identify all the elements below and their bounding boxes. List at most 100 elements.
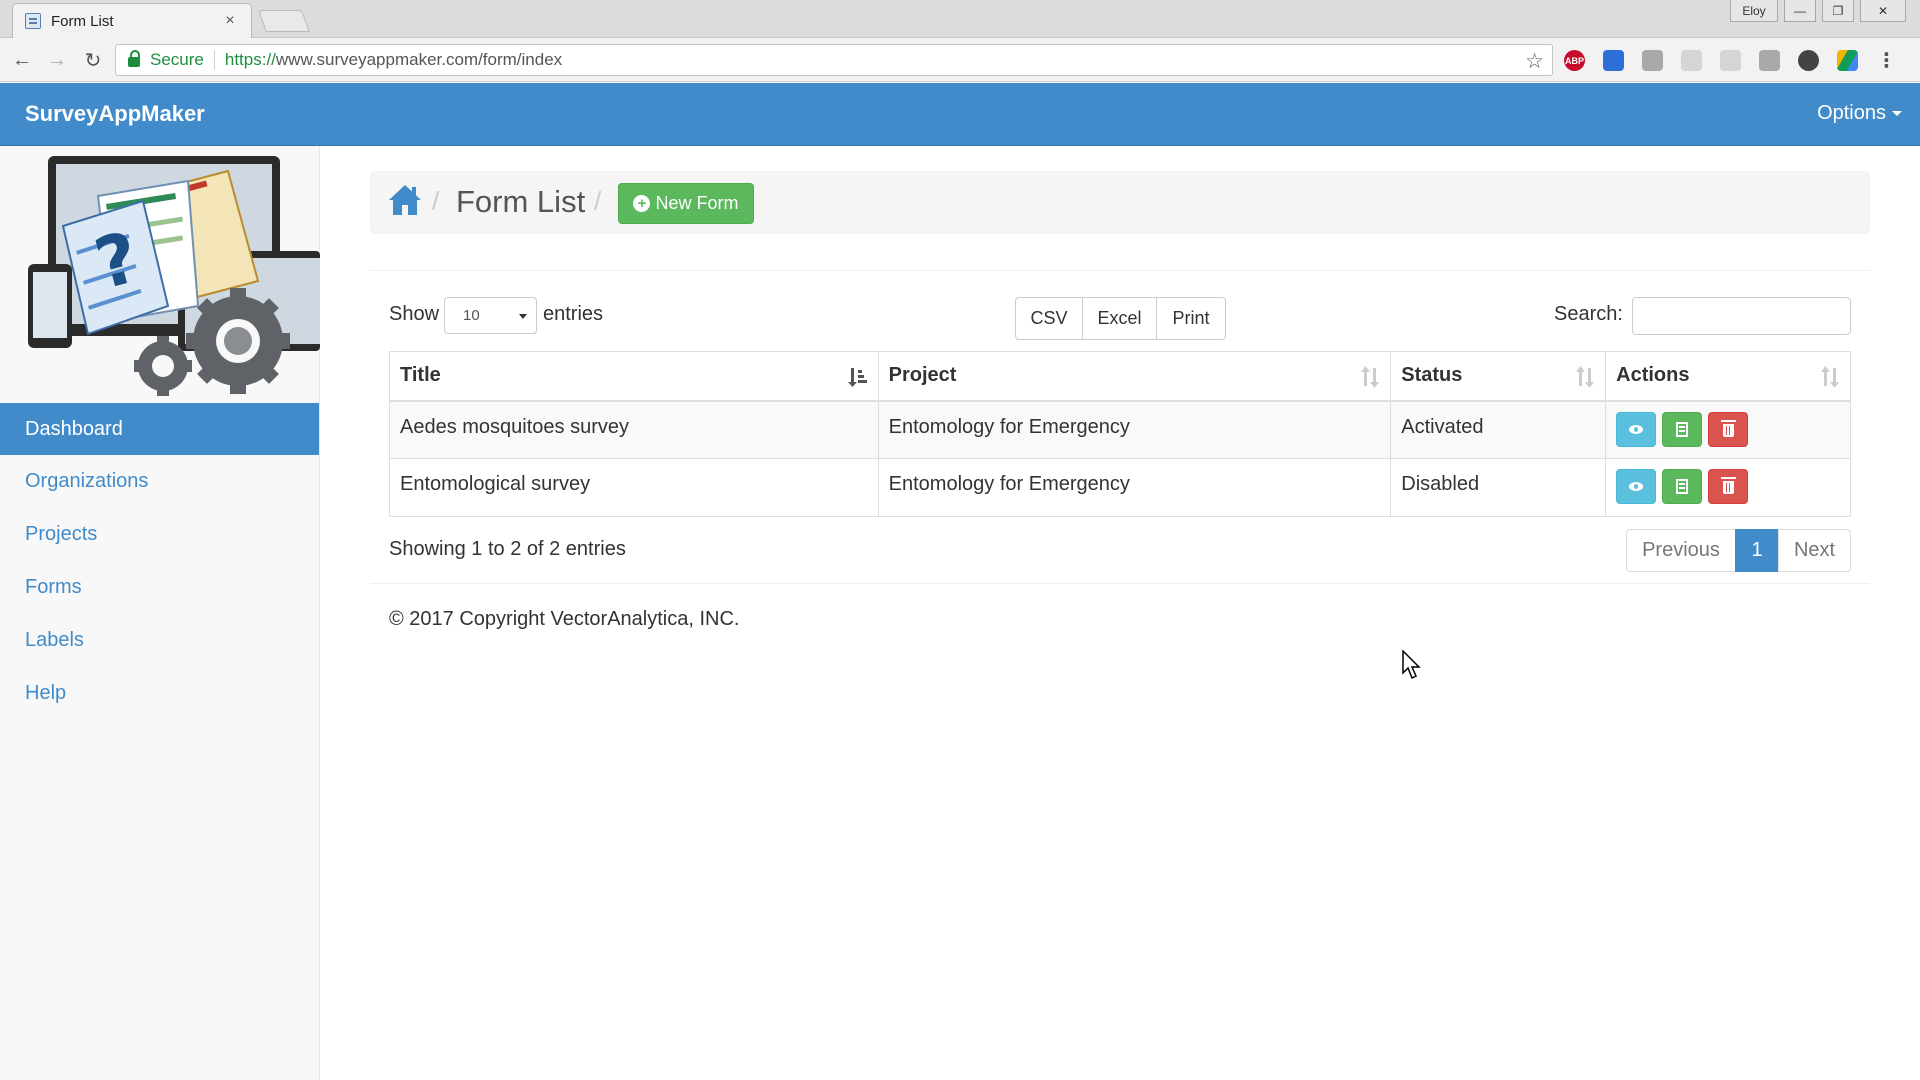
cell-project: Entomology for Emergency xyxy=(877,400,1392,459)
mouse-cursor-icon xyxy=(1402,650,1421,680)
lock-icon xyxy=(128,50,140,67)
browser-menu-icon[interactable]: ⋮ xyxy=(1876,50,1897,72)
list-icon xyxy=(1676,421,1689,437)
extension-blue-icon[interactable] xyxy=(1603,50,1624,71)
app-navbar: SurveyAppMaker Options xyxy=(0,83,1920,146)
browser-tab-bar: Form List × Eloy — ❐ ✕ xyxy=(0,0,1920,38)
sidebar-item-organizations[interactable]: Organizations xyxy=(0,455,319,507)
column-header-status[interactable]: Status xyxy=(1390,351,1607,402)
select-arrow-icon xyxy=(519,314,527,319)
trash-icon xyxy=(1721,419,1737,437)
caret-down-icon xyxy=(1892,111,1902,117)
tab-title: Form List xyxy=(51,12,114,30)
next-page-button[interactable]: Next xyxy=(1778,529,1851,572)
sidebar-item-dashboard[interactable]: Dashboard xyxy=(0,403,319,455)
page-1-button[interactable]: 1 xyxy=(1735,529,1779,572)
sort-both-icon xyxy=(1821,366,1839,388)
divider xyxy=(370,583,1870,584)
column-project-label: Project xyxy=(888,364,957,387)
table-row: Entomological survey Entomology for Emer… xyxy=(389,458,1851,517)
table-header-row: Title Project Status Actions xyxy=(389,351,1851,402)
brand-link[interactable]: SurveyAppMaker xyxy=(25,101,205,127)
home-icon[interactable] xyxy=(388,183,422,217)
breadcrumb: / Form List / + New Form xyxy=(370,171,1870,234)
column-status-label: Status xyxy=(1401,364,1463,387)
column-actions-label: Actions xyxy=(1616,364,1690,387)
adblock-icon[interactable]: ABP xyxy=(1564,50,1585,71)
csv-button[interactable]: CSV xyxy=(1015,297,1083,340)
column-title-label: Title xyxy=(400,364,441,387)
forward-arrow-icon[interactable]: → xyxy=(44,48,70,72)
bookmark-star-icon[interactable]: ☆ xyxy=(1525,49,1544,74)
divider xyxy=(370,270,1870,271)
url-input[interactable]: Secure https://www.surveyappmaker.com/fo… xyxy=(115,44,1553,76)
sort-both-icon xyxy=(1576,366,1595,388)
edit-button[interactable] xyxy=(1662,469,1703,504)
reload-icon[interactable]: ↻ xyxy=(80,48,106,72)
eye-icon xyxy=(1629,482,1644,491)
minimize-icon[interactable]: — xyxy=(1784,0,1816,22)
cell-actions xyxy=(1605,458,1851,517)
dropbox-icon[interactable] xyxy=(1642,50,1663,71)
trash-icon xyxy=(1721,477,1737,494)
table-row: Aedes mosquitoes survey Entomology for E… xyxy=(389,400,1851,459)
form-favicon-icon xyxy=(25,13,41,29)
delete-button[interactable] xyxy=(1708,411,1749,447)
cell-title: Entomological survey xyxy=(389,458,879,517)
sort-both-icon xyxy=(1361,366,1380,388)
sidebar-item-projects[interactable]: Projects xyxy=(0,508,319,560)
browser-tab-form-list[interactable]: Form List × xyxy=(12,3,252,38)
tab-close-icon[interactable]: × xyxy=(221,12,239,30)
search-input[interactable] xyxy=(1632,297,1851,335)
search-label: Search: xyxy=(1554,303,1623,325)
breadcrumb-separator: / xyxy=(594,186,602,216)
pagination: Previous 1 Next xyxy=(1626,529,1851,572)
secure-label: Secure xyxy=(150,50,204,69)
omnibox-divider xyxy=(213,50,215,70)
export-button-group: CSV Excel Print xyxy=(1015,297,1226,340)
options-label: Options xyxy=(1817,102,1886,124)
view-button[interactable] xyxy=(1616,469,1657,504)
sidebar-item-labels[interactable]: Labels xyxy=(0,614,319,666)
url-scheme: https:// xyxy=(224,50,276,69)
options-dropdown[interactable]: Options xyxy=(1817,102,1902,125)
show-label: Show xyxy=(389,303,440,325)
new-form-button[interactable]: + New Form xyxy=(618,183,754,224)
page-size-value: 10 xyxy=(463,307,480,324)
shield-extension-icon[interactable] xyxy=(1720,50,1741,71)
cell-title: Aedes mosquitoes survey xyxy=(389,400,879,459)
view-button[interactable] xyxy=(1616,411,1657,447)
survey-app-logo-icon: ? xyxy=(28,156,320,396)
new-tab-button[interactable] xyxy=(257,10,311,32)
google-drive-icon[interactable] xyxy=(1837,50,1858,71)
page-title: Form List xyxy=(456,184,586,219)
back-arrow-icon[interactable]: ← xyxy=(9,48,35,72)
edit-button[interactable] xyxy=(1662,411,1703,447)
window-close-icon[interactable]: ✕ xyxy=(1860,0,1906,22)
dark-extension-icon[interactable] xyxy=(1798,50,1819,71)
previous-page-button[interactable]: Previous xyxy=(1626,529,1736,572)
column-header-actions[interactable]: Actions xyxy=(1605,351,1851,402)
note-extension-icon[interactable] xyxy=(1681,50,1702,71)
list-icon xyxy=(1676,479,1689,494)
cell-status: Disabled xyxy=(1390,458,1607,517)
print-button[interactable]: Print xyxy=(1156,297,1226,340)
url-path: www.surveyappmaker.com/form/index xyxy=(275,50,563,69)
restore-icon[interactable]: ❐ xyxy=(1822,0,1854,22)
sort-ascending-icon xyxy=(847,368,867,387)
browser-user-button[interactable]: Eloy xyxy=(1730,0,1778,22)
page-size-select[interactable]: 10 xyxy=(444,297,537,334)
excel-button[interactable]: Excel xyxy=(1082,297,1157,340)
window-controls: Eloy — ❐ ✕ xyxy=(1730,0,1906,22)
sidebar-item-forms[interactable]: Forms xyxy=(0,561,319,613)
plus-circle-icon: + xyxy=(633,195,651,212)
cell-project: Entomology for Emergency xyxy=(877,458,1392,517)
cell-status: Activated xyxy=(1390,400,1607,459)
column-header-title[interactable]: Title xyxy=(389,351,879,402)
sidebar-item-help[interactable]: Help xyxy=(0,667,319,719)
cast-icon[interactable] xyxy=(1759,50,1780,71)
table-info: Showing 1 to 2 of 2 entries xyxy=(389,538,626,560)
column-header-project[interactable]: Project xyxy=(877,351,1392,402)
extension-icons: ABP ⋮ xyxy=(1564,50,1897,72)
delete-button[interactable] xyxy=(1708,469,1749,504)
